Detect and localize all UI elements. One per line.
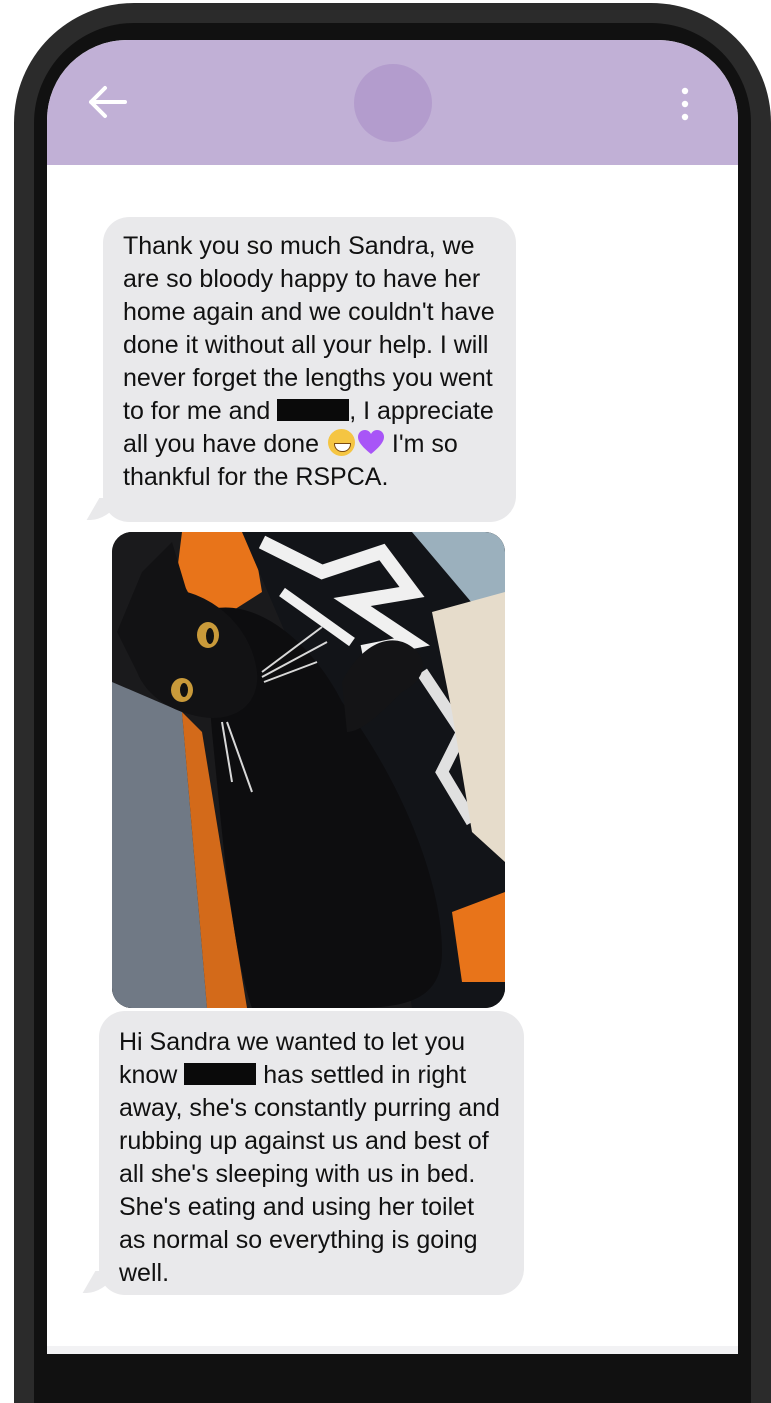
message-text: has settled in right away, she's constan…: [119, 1061, 500, 1287]
message-bubble-1[interactable]: Thank you so much Sandra, we are so bloo…: [103, 217, 516, 522]
more-options-button[interactable]: [671, 84, 699, 124]
purple-heart-emoji-icon: [357, 430, 384, 454]
chat-header: [47, 40, 738, 165]
kebab-menu-icon: [681, 87, 689, 121]
chat-screen: Thank you so much Sandra, we are so bloo…: [47, 40, 738, 1354]
compose-bar[interactable]: [47, 1346, 738, 1354]
back-button[interactable]: [85, 82, 129, 122]
cat-photo-image: [112, 532, 505, 1008]
message-photo[interactable]: [112, 532, 505, 1008]
arrow-left-icon: [89, 86, 127, 118]
message-bubble-2[interactable]: Hi Sandra we wanted to let you know has …: [99, 1011, 524, 1295]
redacted-name: [277, 399, 350, 421]
grinning-face-emoji-icon: [327, 429, 355, 456]
redacted-name: [184, 1063, 257, 1085]
contact-avatar[interactable]: [354, 64, 432, 142]
